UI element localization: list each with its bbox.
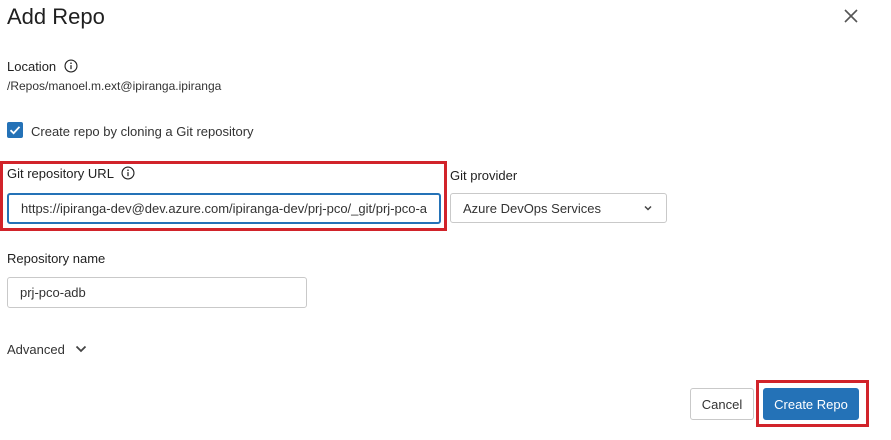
create-repo-button[interactable]: Create Repo — [763, 388, 859, 420]
location-path: /Repos/manoel.m.ext@ipiranga.ipiranga — [7, 79, 222, 93]
repo-name-label: Repository name — [7, 251, 106, 266]
chevron-down-icon — [644, 205, 652, 211]
cancel-button[interactable]: Cancel — [690, 388, 754, 420]
location-label: Location — [7, 59, 57, 74]
clone-checkbox-label[interactable]: Create repo by cloning a Git repository — [31, 124, 254, 139]
close-icon[interactable] — [841, 6, 861, 26]
repo-name-input[interactable] — [7, 277, 307, 308]
chevron-down-icon — [75, 345, 86, 353]
checkmark-icon — [9, 126, 21, 135]
dialog-title: Add Repo — [7, 4, 105, 29]
git-url-label: Git repository URL — [7, 166, 114, 181]
clone-checkbox[interactable] — [7, 122, 23, 138]
git-provider-select[interactable]: Azure DevOps Services — [450, 193, 667, 223]
git-provider-label: Git provider — [450, 168, 518, 183]
info-icon[interactable] — [64, 59, 78, 73]
advanced-toggle[interactable]: Advanced — [7, 341, 89, 357]
git-provider-value: Azure DevOps Services — [463, 200, 601, 216]
info-icon[interactable] — [121, 166, 135, 180]
location-label-row: Location — [7, 59, 78, 74]
git-url-label-row: Git repository URL — [7, 166, 135, 181]
git-url-input[interactable] — [7, 193, 441, 224]
advanced-label: Advanced — [7, 341, 65, 357]
